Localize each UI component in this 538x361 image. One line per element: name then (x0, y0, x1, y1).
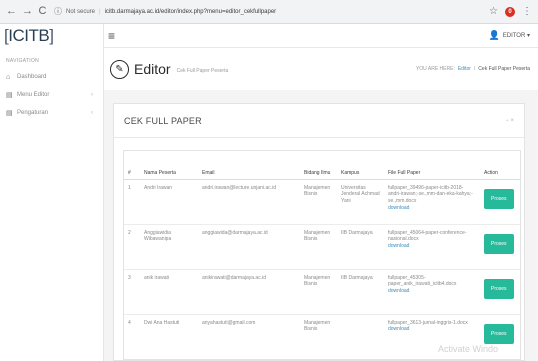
cell-nama: Andri Irawan (140, 178, 198, 224)
brand-text: ICITB (8, 26, 50, 45)
proses-button[interactable]: Proses (484, 323, 514, 345)
panel-header: CEK FULL PAPER − × (114, 104, 524, 138)
download-link[interactable]: download (388, 288, 409, 294)
col-file[interactable]: File Full Paper (384, 151, 480, 180)
user-menu[interactable]: 👤 EDITOR ▾ (489, 30, 530, 41)
page-title: Editor (134, 61, 171, 77)
page-header: ✎ Editor Cek Full Paper Peserta YOU ARE … (104, 48, 538, 90)
file-icon: ▤ (6, 110, 13, 117)
info-icon[interactable]: ⓘ (54, 6, 62, 17)
col-no[interactable]: # (124, 151, 140, 180)
cell-bidang: Manajemen Bisnis (300, 268, 337, 314)
bookmark-star-icon[interactable]: ☆ (489, 6, 498, 17)
download-link[interactable]: download (388, 243, 409, 249)
col-bidang[interactable]: Bidang Ilmu (300, 151, 337, 180)
col-email[interactable]: Email (198, 151, 300, 180)
cell-email: anyahastuti@gmail.com (198, 313, 300, 359)
file-icon: ▤ (6, 92, 13, 99)
panel-title: CEK FULL PAPER (124, 115, 202, 126)
sidebar-item-label: Pengaturan (17, 110, 49, 116)
user-icon: 👤 (488, 30, 500, 40)
col-nama[interactable]: Nama Peserta (140, 151, 198, 180)
cell-file: fullpaper_45305-paper_anik_irawati_icitb… (384, 268, 480, 314)
breadcrumb-prefix: YOU ARE HERE: (415, 66, 455, 72)
panel-tools[interactable]: − × (505, 118, 514, 124)
sidebar-item-label: Dashboard (17, 74, 47, 80)
hamburger-menu-icon[interactable]: ≡ (108, 29, 115, 43)
cell-kampus: Universitas Jenderal Achmad Yani (337, 178, 384, 224)
sidebar-item-menu-editor[interactable]: ▤ Menu Editor ‹ (0, 86, 103, 104)
page-subtitle: Cek Full Paper Peserta (176, 67, 229, 74)
cell-file: fullpaper_39496-paper-icitb-2018-andri-i… (384, 178, 480, 224)
cell-action: Proses (480, 268, 520, 314)
sidebar-item-pengaturan[interactable]: ▤ Pengaturan ‹ (0, 104, 103, 122)
cell-file: fullpaper_45064-paper-conference-nasiona… (384, 223, 480, 269)
cell-bidang: Manajemen Bisnis (300, 313, 337, 359)
cell-kampus: IIB Darmajaya (337, 268, 384, 314)
download-link[interactable]: download (388, 205, 409, 211)
forward-arrow-icon[interactable]: → (22, 6, 33, 17)
cell-kampus (337, 313, 384, 359)
cell-no: 2 (124, 223, 140, 269)
download-link[interactable]: download (388, 326, 409, 332)
proses-button[interactable]: Proses (484, 233, 514, 255)
cell-bidang: Manajemen Bisnis (300, 178, 337, 224)
file-name: fullpaper_39496-paper-icitb-2018-andri-i… (388, 184, 473, 205)
pencil-icon: ✎ (110, 59, 129, 79)
table-wrapper: # Nama Peserta Email Bidang Ilmu Kampus … (123, 150, 521, 360)
cell-kampus: IIB Darmajaya (337, 223, 384, 269)
not-secure-label: Not secure (66, 8, 96, 15)
cell-nama: Anggiawidia Wibawanipa (140, 223, 198, 269)
brand-logo[interactable]: [ICITB] (0, 24, 103, 48)
sidebar-item-dashboard[interactable]: ⌂ Dashboard (0, 68, 103, 86)
cell-bidang: Manajemen Bisnis (300, 223, 337, 269)
cell-email: andri.irawan@lecture.unjani.ac.id (198, 178, 300, 224)
cell-nama: Dwi Ana Hastuti (140, 313, 198, 359)
address-bar[interactable]: ⓘ Not secure | icitb.darmajaya.ac.id/edi… (54, 6, 482, 17)
full-paper-table: # Nama Peserta Email Bidang Ilmu Kampus … (124, 151, 520, 359)
chevron-left-icon: ‹ (91, 92, 93, 98)
sidebar: [ICITB] NAVIGATION ⌂ Dashboard ▤ Menu Ed… (0, 24, 104, 361)
sidebar-item-label: Menu Editor (17, 92, 50, 98)
menu-kebab-icon[interactable]: ⋮ (522, 6, 532, 17)
table-header-row: # Nama Peserta Email Bidang Ilmu Kampus … (124, 151, 520, 180)
file-name: fullpaper_45064-paper-conference-nasiona… (388, 229, 467, 243)
cell-action: Proses (480, 223, 520, 269)
back-arrow-icon[interactable]: ← (6, 6, 17, 17)
breadcrumb: YOU ARE HERE: Editor / Cek Full Paper Pe… (416, 66, 530, 72)
table-row: 1 Andri Irawan andri.irawan@lecture.unja… (124, 178, 520, 224)
cell-no: 1 (124, 178, 140, 224)
home-icon: ⌂ (6, 73, 11, 81)
file-name: fullpaper_45305-paper_anik_irawati_icitb… (388, 274, 457, 288)
cell-no: 4 (124, 313, 140, 359)
url-text[interactable]: icitb.darmajaya.ac.id/editor/index.php?m… (105, 9, 277, 15)
profile-avatar[interactable]: 0 (505, 6, 515, 17)
col-action[interactable]: Action (480, 151, 520, 180)
top-header: ≡ 👤 EDITOR ▾ (104, 24, 538, 48)
table-row: 3 anik irawati anikirawati@darmajaya.ac.… (124, 268, 520, 314)
breadcrumb-current: Cek Full Paper Peserta (478, 66, 530, 72)
user-label: EDITOR ▾ (502, 33, 530, 39)
cell-action: Proses (480, 178, 520, 224)
table-row: 2 Anggiawidia Wibawanipa anggiawida@darm… (124, 223, 520, 269)
cell-email: anggiawida@darmajaya.ac.id (198, 223, 300, 269)
activate-windows-watermark: Activate Windo (437, 344, 498, 354)
full-paper-panel: CEK FULL PAPER − × # Nama Peserta Email … (113, 103, 525, 361)
file-name: fullpaper_3613-jurnal-inggris-1.docx (388, 319, 468, 326)
cell-email: anikirawati@darmajaya.ac.id (198, 268, 300, 314)
cell-nama: anik irawati (140, 268, 198, 314)
browser-toolbar: ← → C ⓘ Not secure | icitb.darmajaya.ac.… (0, 0, 538, 24)
chevron-left-icon: ‹ (91, 110, 93, 116)
cell-no: 3 (124, 268, 140, 314)
url-separator: | (99, 8, 101, 15)
breadcrumb-link-editor[interactable]: Editor (458, 66, 471, 72)
breadcrumb-separator: / (473, 66, 476, 72)
proses-button[interactable]: Proses (484, 278, 514, 300)
col-kampus[interactable]: Kampus (337, 151, 384, 180)
proses-button[interactable]: Proses (484, 188, 514, 210)
reload-icon[interactable]: C (38, 6, 47, 17)
